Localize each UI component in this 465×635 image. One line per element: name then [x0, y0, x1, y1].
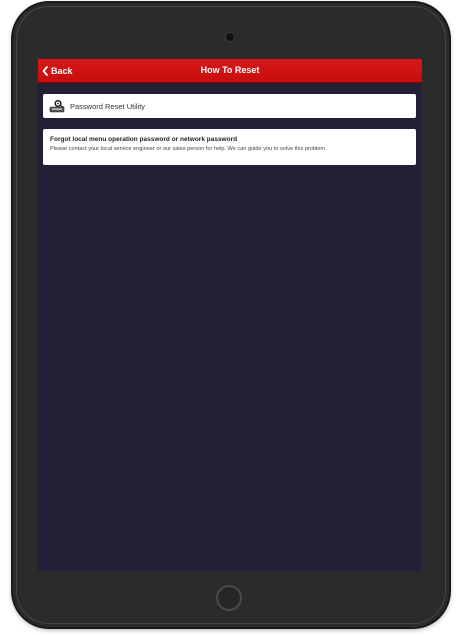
camera-icon — [226, 33, 234, 41]
forgot-password-info-card: Forgot local menu operation password or … — [43, 129, 416, 165]
page-title: How To Reset — [200, 65, 260, 75]
password-reset-utility-item[interactable]: Password Reset Utility — [43, 94, 416, 118]
app-screen: Back How To Reset Password Reset Utility… — [38, 59, 422, 571]
navigation-bar: Back How To Reset — [38, 59, 422, 83]
info-body: Please contact your local service engine… — [50, 146, 327, 152]
password-utility-icon — [49, 99, 66, 113]
utility-label: Password Reset Utility — [70, 101, 146, 111]
tablet-frame: Back How To Reset Password Reset Utility… — [13, 3, 449, 627]
home-button[interactable] — [216, 585, 242, 611]
info-title: Forgot local menu operation password or … — [50, 136, 238, 143]
